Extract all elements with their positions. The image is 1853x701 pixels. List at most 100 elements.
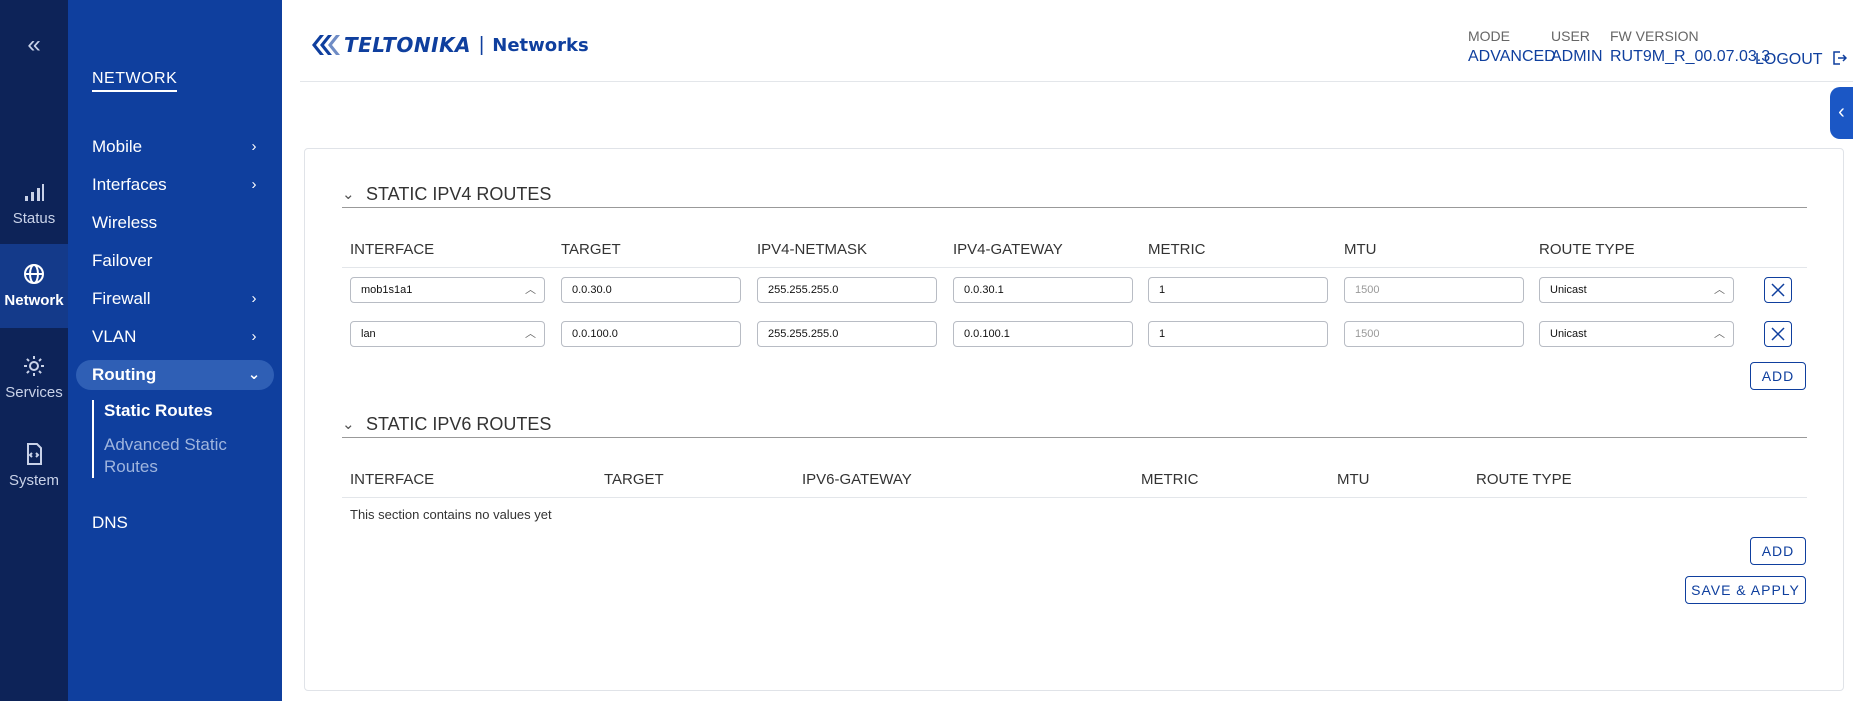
add-ipv4-route-button[interactable]: ADD	[1750, 362, 1806, 390]
sidebar-item-failover[interactable]: Failover	[92, 246, 262, 276]
col-header: MTU	[1344, 241, 1377, 258]
ipv6-section-toggle[interactable]: ⌄ STATIC IPV6 ROUTES	[342, 412, 551, 436]
sidebar-item-label: Failover	[92, 251, 153, 270]
add-ipv6-route-button[interactable]: ADD	[1750, 537, 1806, 565]
chevron-up-icon: ︿	[1714, 328, 1725, 340]
sidebar-item-label: DNS	[92, 513, 128, 532]
col-header: IPV6-GATEWAY	[802, 471, 912, 488]
sidebar-item-dns[interactable]: DNS	[92, 508, 262, 538]
close-icon	[1771, 327, 1785, 341]
ipv4-section-toggle[interactable]: ⌄ STATIC IPV4 ROUTES	[342, 182, 551, 206]
netmask-input[interactable]: 255.255.255.0	[757, 277, 937, 303]
mtu-input[interactable]: 1500	[1344, 277, 1524, 303]
metric-input[interactable]: 1	[1148, 277, 1328, 303]
logo-product: Networks	[492, 34, 589, 56]
rail-item-label: Services	[5, 384, 63, 401]
chevron-down-icon: ⌄	[342, 416, 355, 433]
col-header: ROUTE TYPE	[1476, 471, 1572, 488]
ipv4-section-title: STATIC IPV4 ROUTES	[366, 183, 552, 204]
user-label: USER	[1551, 28, 1590, 44]
icon-rail: « Status Network Services System	[0, 0, 68, 701]
col-header: ROUTE TYPE	[1539, 241, 1635, 258]
col-header: INTERFACE	[350, 241, 435, 258]
section-divider	[342, 437, 1807, 438]
row-divider	[342, 497, 1807, 498]
target-input[interactable]: 0.0.100.0	[561, 321, 741, 347]
submenu-item-static-routes[interactable]: Static Routes	[104, 400, 272, 422]
target-input[interactable]: 0.0.30.0	[561, 277, 741, 303]
rail-item-services[interactable]: Services	[0, 334, 68, 418]
submenu-item-advanced-static-routes[interactable]: Advanced Static Routes	[104, 434, 272, 478]
sidebar-item-label: Mobile	[92, 137, 143, 156]
mode-info: MODE ADVANCED	[1468, 28, 1556, 66]
col-header: IPV4-NETMASK	[757, 241, 868, 258]
rail-item-status[interactable]: Status	[0, 160, 68, 244]
col-header: TARGET	[604, 471, 664, 488]
sidebar-item-routing[interactable]: Routing ⌄	[76, 360, 274, 390]
user-value[interactable]: ADMIN	[1551, 48, 1603, 66]
row-divider	[342, 267, 1807, 268]
rail-item-system[interactable]: System	[0, 422, 68, 506]
sidebar-item-label: VLAN	[92, 327, 137, 346]
col-header: TARGET	[561, 241, 621, 258]
chevron-right-icon: ›	[251, 290, 257, 307]
gateway-input[interactable]: 0.0.100.1	[953, 321, 1133, 347]
rail-item-network[interactable]: Network	[0, 244, 68, 328]
delete-route-button[interactable]	[1764, 321, 1792, 347]
teltonika-logo-icon	[312, 35, 340, 55]
sidebar-item-firewall[interactable]: Firewall ›	[92, 284, 262, 314]
chevron-down-icon: ⌄	[342, 186, 355, 203]
logout-icon	[1832, 51, 1847, 65]
logo-separator: |	[479, 33, 485, 56]
sidebar-item-label: Interfaces	[92, 175, 167, 194]
chevron-up-icon: ︿	[525, 328, 536, 340]
mode-value[interactable]: ADVANCED	[1468, 48, 1556, 66]
col-header: METRIC	[1141, 471, 1199, 488]
user-info: USER ADMIN	[1551, 28, 1603, 66]
teltonika-logo[interactable]: TELTONIKA | Networks	[310, 32, 589, 58]
col-header: METRIC	[1148, 241, 1206, 258]
chevron-right-icon: ›	[251, 138, 257, 155]
netmask-input[interactable]: 255.255.255.0	[757, 321, 937, 347]
rail-item-label: Status	[12, 210, 56, 227]
sidebar-item-label: Firewall	[92, 289, 151, 308]
code-file-icon	[27, 443, 42, 465]
rail-item-label: Network	[4, 292, 64, 309]
sidebar-item-interfaces[interactable]: Interfaces ›	[92, 170, 262, 200]
side-panel-toggle-icon[interactable]: ‹	[1830, 87, 1853, 139]
gear-icon	[24, 356, 44, 376]
save-apply-button[interactable]: SAVE & APPLY	[1685, 576, 1806, 604]
delete-route-button[interactable]	[1764, 277, 1792, 303]
metric-input[interactable]: 1	[1148, 321, 1328, 347]
col-header: INTERFACE	[350, 471, 435, 488]
interface-select[interactable]: mob1s1a1 ︿	[350, 277, 545, 303]
fw-version-label: FW VERSION	[1610, 28, 1699, 44]
chevron-right-icon: ›	[251, 328, 257, 345]
sidebar-item-mobile[interactable]: Mobile ›	[92, 132, 262, 162]
sidebar-item-label: Routing	[92, 365, 157, 384]
chevron-up-icon: ︿	[1714, 284, 1725, 296]
close-icon	[1771, 283, 1785, 297]
sidebar-title: NETWORK	[92, 70, 178, 92]
route-type-select[interactable]: Unicast ︿	[1539, 277, 1734, 303]
fw-version-value[interactable]: RUT9M_R_00.07.03.3	[1610, 48, 1770, 66]
gateway-input[interactable]: 0.0.30.1	[953, 277, 1133, 303]
col-header: IPV4-GATEWAY	[953, 241, 1063, 258]
sidebar-item-label: Wireless	[92, 213, 158, 232]
interface-select[interactable]: lan ︿	[350, 321, 545, 347]
collapse-menu-icon[interactable]: «	[22, 33, 46, 58]
sidebar-item-wireless[interactable]: Wireless	[92, 208, 262, 238]
col-header: MTU	[1337, 471, 1370, 488]
logout-button[interactable]: LOGOUT	[1755, 50, 1847, 69]
top-header: TELTONIKA | Networks MODE ADVANCED USER …	[300, 0, 1853, 82]
sidebar-item-vlan[interactable]: VLAN ›	[92, 322, 262, 352]
chevron-up-icon: ︿	[525, 284, 536, 296]
signal-icon	[25, 184, 44, 201]
mtu-input[interactable]: 1500	[1344, 321, 1524, 347]
mode-label: MODE	[1468, 28, 1510, 44]
fw-version-info: FW VERSION RUT9M_R_00.07.03.3	[1610, 28, 1770, 66]
empty-section-message: This section contains no values yet	[350, 507, 552, 522]
sidebar: NETWORK Mobile › Interfaces › Wireless F…	[68, 0, 282, 701]
interface-value: mob1s1a1	[361, 284, 413, 296]
route-type-select[interactable]: Unicast ︿	[1539, 321, 1734, 347]
